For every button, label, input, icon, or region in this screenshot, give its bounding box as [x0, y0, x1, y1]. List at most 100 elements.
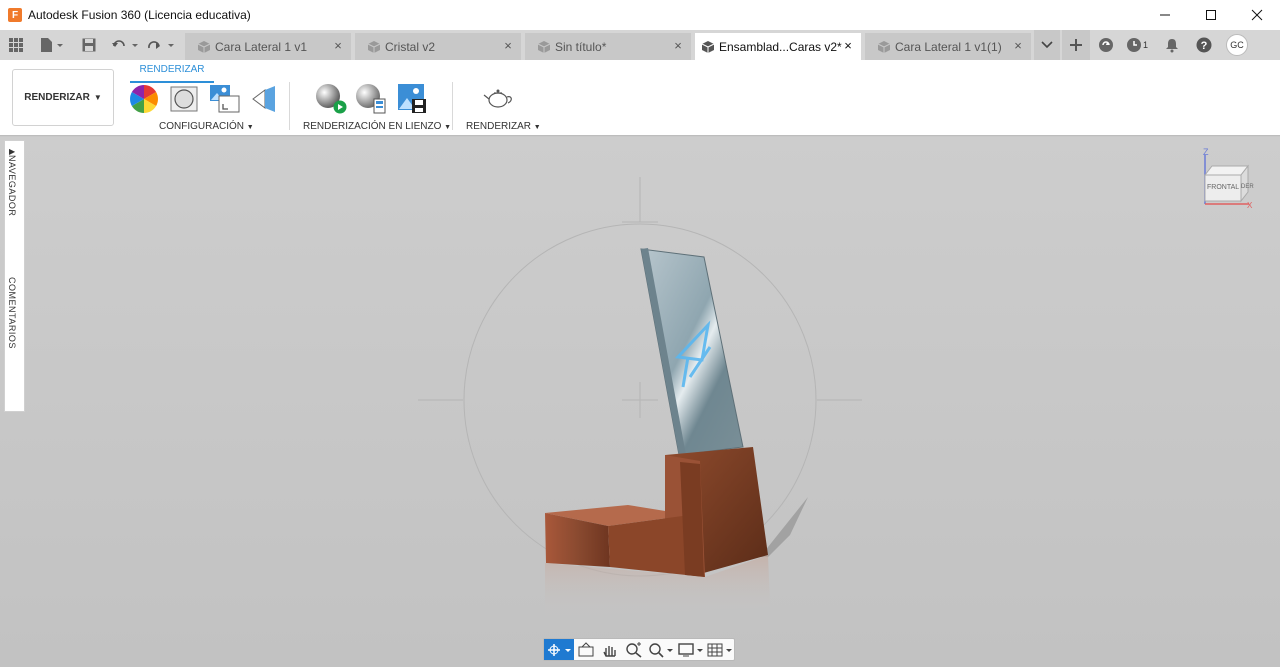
render-button[interactable] [483, 84, 513, 114]
dropdown-arrow-icon: ▼ [93, 93, 102, 102]
tab-label: Cristal v2 [385, 39, 436, 54]
zoom-button[interactable] [622, 639, 646, 660]
minimize-button[interactable] [1142, 0, 1188, 30]
component-icon [197, 40, 211, 53]
document-tab-5[interactable]: Cara Lateral 1 v1(1) × [865, 33, 1031, 60]
look-at-button[interactable] [574, 639, 598, 660]
pan-button[interactable] [598, 639, 622, 660]
render-sphere-settings-icon [356, 84, 386, 114]
document-tab-4-active[interactable]: Ensamblad...Caras v2* × [695, 33, 861, 60]
file-icon [41, 38, 63, 52]
zoom-fit-icon [649, 642, 673, 658]
navegador-tab[interactable]: NAVEGADOR [7, 155, 17, 216]
zoom-icon [626, 641, 642, 658]
decal-tool-button[interactable] [251, 84, 281, 114]
dropdown-arrow-icon: ▼ [246, 124, 254, 131]
scene-settings-tool-button[interactable] [209, 84, 240, 114]
window-title: Autodesk Fusion 360 (Licencia educativa) [28, 8, 251, 22]
component-icon [537, 40, 551, 53]
look-at-icon [578, 641, 594, 656]
cloud-sync-icon [1099, 38, 1113, 52]
maximize-icon [1206, 10, 1216, 20]
help-icon: ? [1196, 37, 1212, 53]
in-canvas-render-button[interactable] [315, 83, 347, 114]
close-icon [1251, 9, 1263, 21]
configuracion-menu[interactable]: CONFIGURACIÓN ▼ [159, 121, 254, 132]
hand-pan-icon [603, 645, 616, 657]
capture-image-icon [398, 84, 426, 113]
title-bar: F Autodesk Fusion 360 (Licencia educativ… [0, 0, 1280, 30]
model-shadow [760, 497, 808, 557]
tab-overflow-button[interactable] [1034, 30, 1060, 60]
material-sphere-icon [170, 86, 198, 112]
undo-icon [112, 40, 138, 47]
job-status-button[interactable]: 1 [1122, 30, 1152, 60]
toolbar-divider [452, 82, 453, 130]
viewcube-x-label: X [1247, 201, 1253, 210]
viewcube-front-label[interactable]: FRONTAL [1207, 184, 1239, 191]
tab-renderizar[interactable]: RENDERIZAR [130, 63, 214, 83]
3d-viewport[interactable]: Z X FRONTAL DER [0, 137, 1280, 667]
appearance-color-wheel-icon [130, 85, 158, 113]
renderizacion-en-lienzo-menu[interactable]: RENDERIZACIÓN EN LIENZO ▼ [303, 121, 451, 132]
ribbon-toolbar: RENDERIZAR ▼ RENDERIZAR CONFIGURACIÓN ▼ … [0, 60, 1280, 136]
component-icon [367, 40, 381, 53]
notifications-button[interactable] [1156, 30, 1188, 60]
redo-icon [148, 41, 174, 49]
plus-icon [1070, 39, 1082, 51]
comentarios-tab[interactable]: COMENTARIOS [7, 277, 17, 349]
navigation-bar [543, 638, 735, 661]
scene-settings-icon [210, 85, 240, 113]
viewcube-right-label[interactable]: DER [1241, 184, 1254, 190]
workspace-switcher-button[interactable]: RENDERIZAR ▼ [12, 69, 114, 126]
app-grid-button[interactable] [6, 30, 26, 60]
in-canvas-render-settings-button[interactable] [355, 83, 386, 114]
capture-image-button[interactable] [397, 83, 427, 113]
teapot-icon [483, 89, 512, 108]
tab-close-button[interactable]: × [671, 39, 685, 53]
minimize-icon [1160, 14, 1170, 16]
dropdown-arrow-icon: ▼ [444, 124, 452, 131]
header-tools: 1 ? GC [1034, 30, 1254, 60]
tab-close-button[interactable]: × [331, 39, 345, 53]
close-window-button[interactable] [1234, 0, 1280, 30]
orbit-icon [548, 643, 571, 656]
redo-button[interactable] [146, 30, 176, 60]
toolbar-divider [289, 82, 290, 130]
monitor-icon [678, 642, 703, 656]
document-tab-3[interactable]: Sin título* × [525, 33, 691, 60]
tab-close-button[interactable]: × [501, 39, 515, 53]
component-icon [701, 40, 715, 53]
appearance-tool-button[interactable] [129, 84, 159, 114]
physical-material-tool-button[interactable] [170, 84, 200, 114]
document-tab-1[interactable]: Cara Lateral 1 v1 × [185, 33, 351, 60]
display-settings-button[interactable] [676, 639, 706, 660]
window-controls [1142, 0, 1280, 30]
help-button[interactable]: ? [1188, 30, 1220, 60]
dropdown-arrow-icon: ▼ [533, 124, 541, 131]
component-icon [877, 40, 891, 53]
maximize-button[interactable] [1188, 0, 1234, 30]
viewcube[interactable]: Z X FRONTAL DER [1197, 147, 1257, 211]
tab-label: Cara Lateral 1 v1(1) [895, 39, 1002, 54]
chevron-down-icon [1041, 41, 1053, 49]
extensions-button[interactable] [1090, 30, 1122, 60]
render-canvas [418, 177, 862, 617]
orbit-button[interactable] [544, 639, 574, 660]
job-count: 1 [1142, 40, 1148, 50]
tab-close-button[interactable]: × [841, 39, 855, 53]
grid-settings-button[interactable] [706, 639, 734, 660]
tab-close-button[interactable]: × [1011, 39, 1025, 53]
user-profile-button[interactable]: GC [1220, 30, 1254, 60]
fusion-window: F Autodesk Fusion 360 (Licencia educativ… [0, 0, 1280, 667]
avatar: GC [1226, 34, 1248, 56]
clock-icon [1126, 38, 1141, 52]
file-menu-button[interactable] [36, 30, 66, 60]
undo-button[interactable] [110, 30, 140, 60]
fit-button[interactable] [646, 639, 676, 660]
new-tab-button[interactable] [1062, 30, 1090, 60]
document-tab-2[interactable]: Cristal v2 × [355, 33, 521, 60]
renderizar-menu[interactable]: RENDERIZAR ▼ [466, 121, 541, 132]
wood-base-model [545, 447, 768, 577]
save-button[interactable] [80, 30, 98, 60]
